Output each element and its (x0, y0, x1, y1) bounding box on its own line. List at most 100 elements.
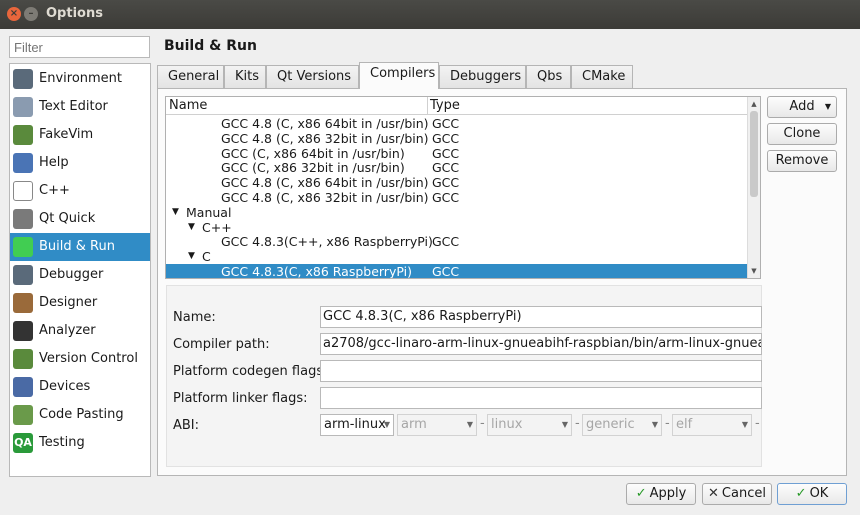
compiler-path-label: Compiler path: (173, 337, 270, 352)
expand-arrow-icon[interactable]: ▼ (188, 220, 195, 235)
category-devices[interactable]: Devices (10, 373, 150, 401)
category-label: Devices (39, 379, 91, 394)
cpp-icon (13, 181, 33, 201)
compiler-type: GCC (432, 175, 460, 191)
expand-arrow-icon[interactable]: ▼ (172, 205, 179, 220)
compiler-row[interactable]: GCC 4.8.3(C, x86 RaspberryPi) GCC (166, 264, 748, 279)
minimize-window-button[interactable]: – (24, 7, 38, 21)
linker-flags-field[interactable] (320, 387, 762, 409)
category-analyzer[interactable]: Analyzer (10, 317, 150, 345)
abi-flavor-select[interactable]: generic ▼ (582, 414, 662, 436)
abi-label: ABI: (173, 418, 200, 433)
tab-compilers[interactable]: Compilers (359, 62, 439, 89)
abi-separator: - (480, 416, 485, 431)
category-qt-quick[interactable]: Qt Quick (10, 205, 150, 233)
compiler-row[interactable]: GCC 4.8 (C, x86 32bit in /usr/bin) GCC (166, 131, 748, 146)
tab-kits[interactable]: Kits (224, 65, 266, 88)
category-code-pasting[interactable]: Code Pasting (10, 401, 150, 429)
chevron-down-icon: ▼ (651, 420, 658, 429)
ok-button[interactable]: ✓ OK (777, 483, 847, 505)
ok-button-label: OK (809, 486, 829, 501)
scroll-down-icon[interactable]: ▼ (748, 265, 760, 277)
compiler-row[interactable]: GCC 4.8 (C, x86 64bit in /usr/bin) GCC (166, 175, 748, 190)
scroll-up-icon[interactable]: ▲ (748, 98, 760, 110)
category-label: Version Control (39, 351, 138, 366)
expand-arrow-icon[interactable]: ▼ (188, 249, 195, 264)
tab-general[interactable]: General (157, 65, 224, 88)
compiler-type: GCC (432, 145, 460, 161)
category-label: FakeVim (39, 127, 94, 142)
dropdown-arrow-icon: ▼ (824, 102, 831, 111)
remove-button[interactable]: Remove (767, 150, 837, 172)
qtquick-icon (13, 209, 33, 229)
tab-qt-versions[interactable]: Qt Versions (266, 65, 359, 88)
version-control-icon (13, 349, 33, 369)
clone-button[interactable]: Clone (767, 123, 837, 145)
compiler-name: C (202, 249, 211, 265)
chevron-down-icon: ▼ (383, 420, 390, 429)
page-title: Build & Run (164, 38, 257, 54)
compiler-name: GCC 4.8 (C, x86 64bit in /usr/bin) (221, 175, 429, 191)
group-row[interactable]: ▼ C (166, 249, 748, 264)
scroll-thumb[interactable] (750, 111, 758, 197)
compiler-row[interactable]: GCC 4.8 (C, x86 64bit in /usr/bin) GCC (166, 116, 748, 131)
category-build-run[interactable]: Build & Run (10, 233, 150, 261)
abi-select-value: arm-linux (324, 417, 386, 432)
abi-os-value: linux (491, 417, 523, 432)
tree-scrollbar[interactable]: ▲ ▼ (747, 97, 760, 278)
options-window: × – Options Environment Text Editor FakeVi… (0, 0, 860, 515)
compiler-row[interactable]: GCC 4.8 (C, x86 32bit in /usr/bin) GCC (166, 190, 748, 205)
abi-architecture-select[interactable]: arm ▼ (397, 414, 477, 436)
compiler-row[interactable]: GCC (C, x86 64bit in /usr/bin) GCC (166, 146, 748, 161)
group-row[interactable]: ▼ C++ (166, 220, 748, 235)
category-designer[interactable]: Designer (10, 289, 150, 317)
column-header-type[interactable]: Type (430, 98, 460, 113)
tab-debuggers[interactable]: Debuggers (439, 65, 526, 88)
codegen-flags-label: Platform codegen flags: (173, 364, 328, 379)
category-text-editor[interactable]: Text Editor (10, 93, 150, 121)
category-debugger[interactable]: Debugger (10, 261, 150, 289)
qt-build-icon (13, 237, 33, 257)
column-header-name[interactable]: Name (169, 98, 207, 113)
category-fakevim[interactable]: FakeVim (10, 121, 150, 149)
apply-button[interactable]: ✓ Apply (626, 483, 696, 505)
tab-cmake[interactable]: CMake (571, 65, 633, 88)
compiler-row[interactable]: GCC (C, x86 32bit in /usr/bin) GCC (166, 160, 748, 175)
tab-qbs[interactable]: Qbs (526, 65, 571, 88)
category-c-[interactable]: C++ (10, 177, 150, 205)
category-label: Help (39, 155, 69, 170)
category-label: Environment (39, 71, 123, 86)
abi-select[interactable]: arm-linux ▼ (320, 414, 394, 436)
chevron-down-icon: ▼ (741, 420, 748, 429)
linker-flags-label: Platform linker flags: (173, 391, 308, 406)
add-button[interactable]: Add ▼ (767, 96, 837, 118)
name-field[interactable]: GCC 4.8.3(C, x86 RaspberryPi) (320, 306, 762, 328)
category-label: Code Pasting (39, 407, 124, 422)
close-window-button[interactable]: × (7, 7, 21, 21)
cancel-button[interactable]: ✕ Cancel (702, 483, 772, 505)
category-label: Testing (39, 435, 85, 450)
tree-header: Name Type (166, 97, 748, 115)
category-environment[interactable]: Environment (10, 65, 150, 93)
abi-os-select[interactable]: linux ▼ (487, 414, 572, 436)
compiler-name: C++ (202, 219, 232, 235)
compiler-row[interactable]: GCC 4.8.3(C++, x86 RaspberryPi) GCC (166, 234, 748, 249)
filter-input[interactable] (9, 36, 150, 58)
abi-flavor-value: generic (586, 417, 635, 432)
category-version-control[interactable]: Version Control (10, 345, 150, 373)
compiler-name: GCC 4.8.3(C, x86 RaspberryPi) (221, 264, 412, 279)
title-bar: × – Options (0, 0, 860, 29)
abi-format-value: elf (676, 417, 693, 432)
category-label: Build & Run (39, 239, 115, 254)
compiler-tree: Name Type GCC 4.8 (C, x86 64bit in /usr/… (165, 96, 761, 279)
abi-separator: - (575, 416, 580, 431)
abi-format-select[interactable]: elf ▼ (672, 414, 752, 436)
category-list: Environment Text Editor FakeVim Help C++ Qt Q… (9, 63, 151, 477)
group-row[interactable]: ▼ Manual (166, 205, 748, 220)
category-help[interactable]: Help (10, 149, 150, 177)
compiler-name: GCC (C, x86 32bit in /usr/bin) (221, 160, 405, 176)
category-testing[interactable]: QA Testing (10, 429, 150, 457)
compiler-path-field[interactable]: a2708/gcc-linaro-arm-linux-gnueabihf-ras… (320, 333, 762, 355)
codegen-flags-field[interactable] (320, 360, 762, 382)
qa-icon: QA (13, 433, 33, 453)
